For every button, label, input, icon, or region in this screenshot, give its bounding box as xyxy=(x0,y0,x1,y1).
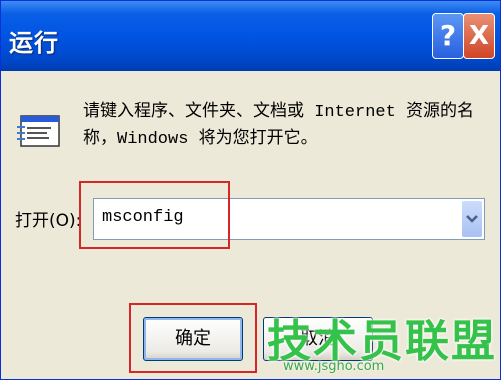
highlight-box-ok xyxy=(129,303,257,373)
title-bar[interactable]: 运行 ? X xyxy=(1,1,500,71)
run-dialog: 运行 ? X 请键入程序、文件夹、文档或 Internet 资源的名 称，Win… xyxy=(0,0,501,380)
highlight-box-input xyxy=(79,181,230,249)
prompt-line-2: 称，Windows 将为您打开它。 xyxy=(83,130,318,149)
dropdown-button[interactable] xyxy=(462,201,482,237)
window-title: 运行 xyxy=(9,29,59,57)
run-program-icon xyxy=(17,115,60,147)
watermark-logo: 技术员联盟 www.jsgho.com xyxy=(263,299,499,379)
watermark-url: www.jsgho.com xyxy=(283,359,385,374)
dialog-body: 请键入程序、文件夹、文档或 Internet 资源的名 称，Windows 将为… xyxy=(1,71,500,379)
help-button[interactable]: ? xyxy=(432,13,464,59)
help-icon: ? xyxy=(439,19,457,52)
close-icon: X xyxy=(468,21,490,51)
open-label: 打开(O): xyxy=(15,211,82,231)
close-button[interactable]: X xyxy=(463,13,495,59)
prompt-line-1: 请键入程序、文件夹、文档或 Internet 资源的名 xyxy=(83,103,475,122)
chevron-down-icon xyxy=(466,215,478,223)
prompt-text: 请键入程序、文件夹、文档或 Internet 资源的名 称，Windows 将为… xyxy=(83,99,483,153)
